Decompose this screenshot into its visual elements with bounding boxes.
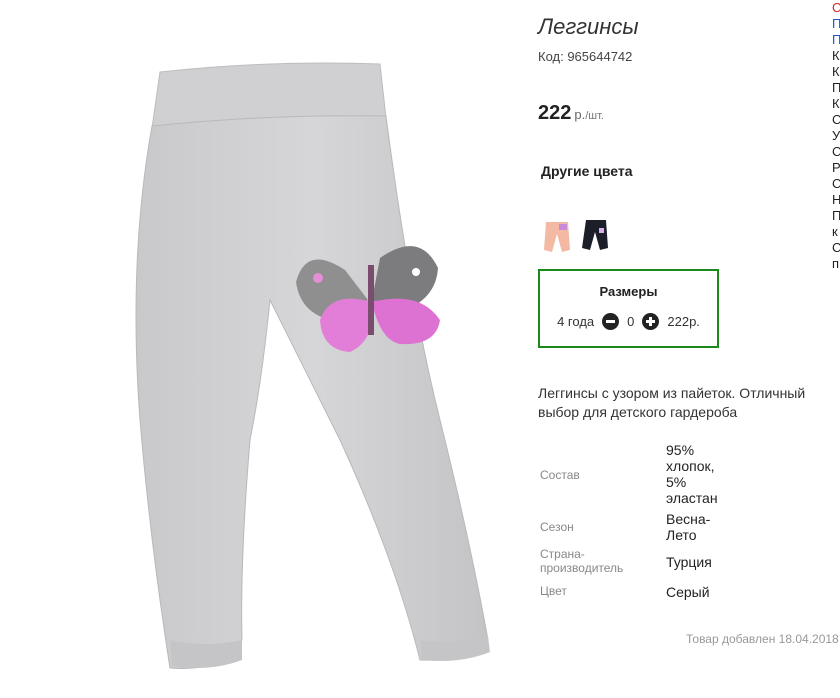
product-code: Код: 965644742 — [538, 49, 633, 64]
decrease-quantity-button[interactable] — [602, 313, 620, 330]
right-column-link[interactable]: С — [832, 240, 840, 256]
size-label: 4 года — [557, 314, 595, 329]
right-column-link[interactable]: Н — [832, 192, 840, 208]
black-leggings-thumbnail-icon — [582, 220, 608, 250]
spec-label: Страна-производитель — [540, 547, 624, 575]
spec-value: Серый — [666, 584, 710, 600]
right-column-link[interactable]: К — [832, 64, 840, 80]
sizes-title: Размеры — [599, 284, 658, 299]
right-column-link[interactable]: П — [832, 32, 840, 48]
product-image[interactable] — [0, 0, 525, 693]
right-column-link[interactable]: К — [832, 48, 840, 64]
spec-label: Сезон — [540, 520, 574, 534]
sizes-box: Размеры 4 года 0 222р. — [538, 269, 719, 348]
right-column-links: СППККПКСУСРСНПкСп — [832, 0, 840, 300]
size-price: 222р. — [667, 314, 700, 329]
leggings-photo — [135, 62, 490, 669]
swatch-pink[interactable] — [540, 190, 574, 258]
right-column-link[interactable]: П — [832, 16, 840, 32]
right-column-link[interactable]: К — [832, 96, 840, 112]
right-column-link[interactable]: У — [832, 128, 840, 144]
right-column-link[interactable]: С — [832, 176, 840, 192]
right-column-link[interactable]: С — [832, 112, 840, 128]
other-colors-title: Другие цвета — [541, 163, 633, 179]
increase-quantity-button[interactable] — [642, 313, 660, 330]
spec-label: Цвет — [540, 584, 567, 598]
swatch-black[interactable] — [578, 190, 612, 258]
right-column-link[interactable]: П — [832, 80, 840, 96]
right-column-link[interactable]: П — [832, 208, 840, 224]
price-unit: р./шт. — [574, 107, 604, 122]
right-column-link[interactable]: С — [832, 144, 840, 160]
price-per-unit: /шт. — [585, 110, 604, 122]
right-column-link[interactable]: к — [832, 224, 840, 240]
product-title: Леггинсы — [538, 14, 639, 39]
price-value: 222 — [538, 102, 572, 124]
spec-value: Турция — [666, 554, 712, 570]
spec-value: 95% хлопок, 5% эластан — [666, 442, 718, 506]
product-price: 222 р./шт. — [538, 102, 604, 125]
product-description: Леггинсы с узором из пайеток. Отличный в… — [538, 385, 806, 420]
right-column-link[interactable]: Р — [832, 160, 840, 176]
quantity-value: 0 — [627, 314, 635, 329]
minus-icon — [606, 320, 616, 323]
right-column-link[interactable]: п — [832, 256, 840, 272]
right-column-link[interactable]: С — [832, 0, 840, 16]
plus-icon — [646, 317, 656, 326]
spec-value: Весна-Лето — [666, 511, 711, 543]
size-row: 4 года 0 222р. — [540, 313, 717, 330]
price-currency: р. — [574, 107, 586, 122]
pink-leggings-thumbnail-icon — [544, 222, 570, 252]
added-date: Товар добавлен 18.04.2018 — [686, 632, 839, 646]
spec-label: Состав — [540, 468, 580, 482]
